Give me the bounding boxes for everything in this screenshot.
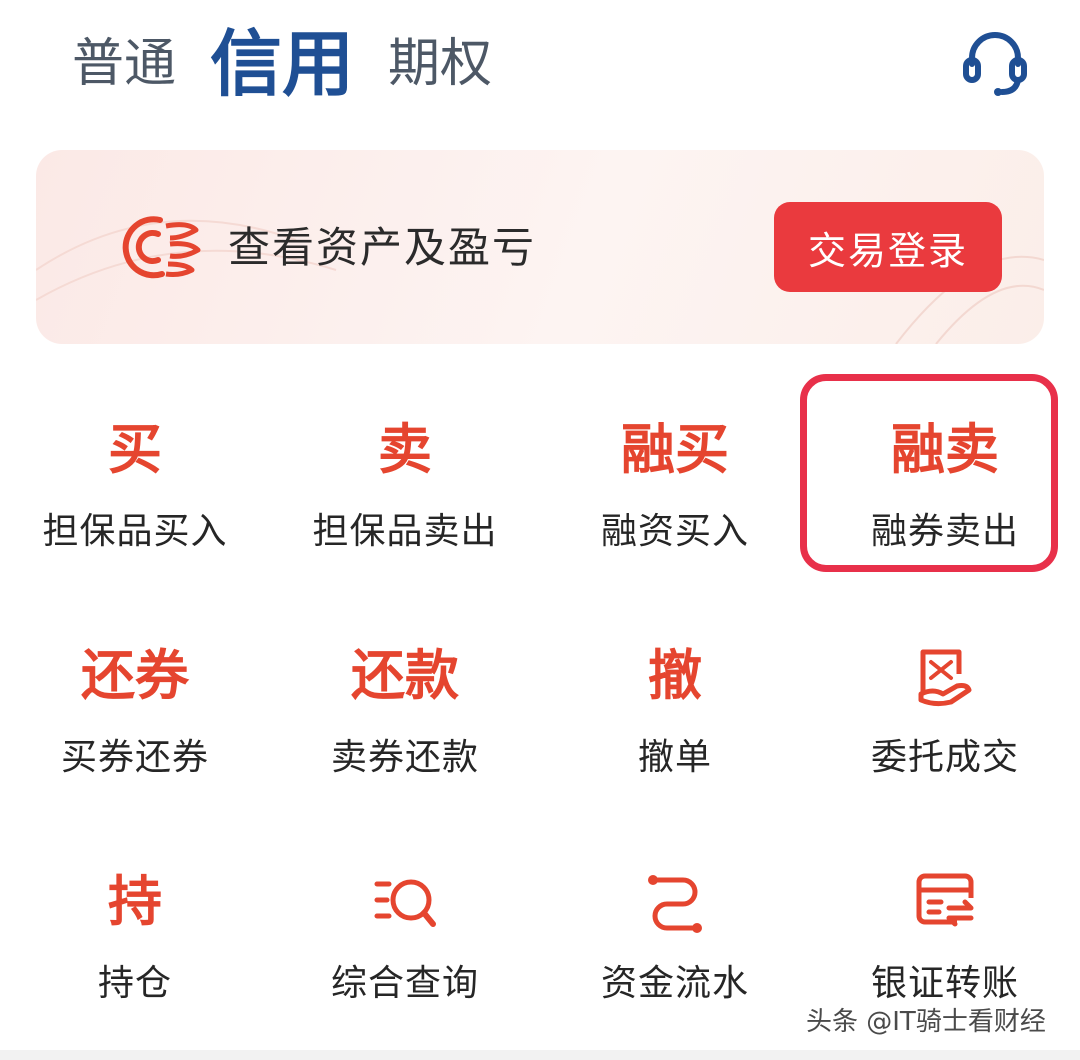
grid-item-orders-trades[interactable]: 委托成交 (810, 586, 1080, 796)
grid-item-positions[interactable]: 持 持仓 (0, 812, 270, 1022)
grid-item-repay-loan[interactable]: 还款 卖券还款 (270, 586, 540, 796)
bank-transfer-icon (916, 873, 974, 927)
asset-prompt-text: 查看资产及盈亏 (228, 223, 537, 272)
bottom-divider (0, 1050, 1080, 1060)
grid-item-label: 卖券还款 (330, 737, 479, 778)
asset-banner: 查看资产及盈亏 交易登录 (36, 150, 1044, 344)
grid-item-short-sell[interactable]: 融卖 融券卖出 (810, 360, 1080, 570)
grid-item-collateral-sell[interactable]: 卖 担保品卖出 (270, 360, 540, 570)
grid-item-label: 综合查询 (330, 963, 479, 1004)
grid-item-label: 担保品买入 (42, 511, 228, 552)
grid-item-glyph: 还券 (81, 644, 189, 707)
grid-item-label: 银证转账 (870, 963, 1019, 1004)
grid-item-label: 担保品卖出 (312, 511, 498, 552)
grid-item-label: 买券还券 (60, 737, 209, 778)
watermark-text: 头条 @IT骑士看财经 (806, 1007, 1046, 1037)
trade-page: 普通 信用 期权 查看资产及盈亏 交易登录 买 担保品买入 卖 担保品卖出 融买… (0, 0, 1080, 1060)
grid-item-cancel-order[interactable]: 撤 撤单 (540, 586, 810, 796)
grid-item-glyph: 融卖 (891, 418, 999, 481)
tab-normal[interactable]: 普通 (72, 38, 176, 90)
grid-item-glyph: 还款 (351, 644, 459, 707)
search-list-icon (374, 879, 436, 927)
grid-item-label: 融资买入 (600, 511, 749, 552)
grid-item-margin-buy[interactable]: 融买 融资买入 (540, 360, 810, 570)
grid-item-glyph: 持 (108, 870, 162, 933)
grid-item-label: 融券卖出 (870, 511, 1019, 552)
grid-item-label: 资金流水 (600, 963, 749, 1004)
grid-item-return-securities[interactable]: 还券 买券还券 (0, 586, 270, 796)
tab-options[interactable]: 期权 (388, 38, 492, 90)
trade-login-button[interactable]: 交易登录 (774, 202, 1002, 292)
grid-item-glyph: 撤 (648, 644, 702, 707)
brand-logo-icon (122, 216, 201, 279)
grid-item-glyph: 卖 (378, 418, 432, 481)
grid-item-label: 持仓 (97, 963, 172, 1004)
grid-item-label: 委托成交 (870, 737, 1019, 778)
grid-item-collateral-buy[interactable]: 买 担保品买入 (0, 360, 270, 570)
grid-item-glyph: 买 (108, 418, 162, 481)
headset-icon[interactable] (958, 24, 1032, 98)
order-record-icon (918, 649, 972, 707)
tab-credit[interactable]: 信用 (210, 28, 354, 100)
grid-item-general-query[interactable]: 综合查询 (270, 812, 540, 1022)
grid-item-glyph: 融买 (621, 418, 729, 481)
grid-item-fund-flow[interactable]: 资金流水 (540, 812, 810, 1022)
fund-flow-icon (648, 875, 702, 933)
grid-item-bank-transfer[interactable]: 银证转账 (810, 812, 1080, 1022)
grid-item-label: 撤单 (637, 737, 712, 778)
account-type-tabs: 普通 信用 期权 (72, 14, 526, 114)
